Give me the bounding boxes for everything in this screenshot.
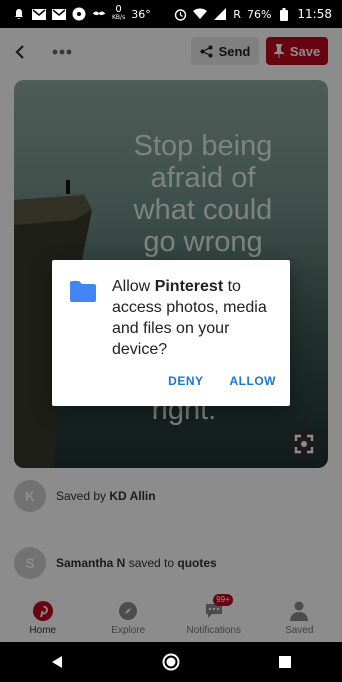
square-recents-icon bbox=[279, 656, 291, 668]
network-speed-unit: KB/s bbox=[112, 14, 126, 21]
clock: 11:58 bbox=[297, 7, 332, 21]
alarm-icon bbox=[173, 7, 187, 21]
battery-icon bbox=[277, 7, 291, 21]
mustache-icon bbox=[92, 7, 106, 21]
gmail-icon bbox=[32, 7, 46, 21]
wifi-icon bbox=[193, 7, 208, 21]
network-speed-value: 0 bbox=[115, 4, 122, 15]
temperature: 36° bbox=[131, 7, 151, 21]
system-home-button[interactable] bbox=[159, 650, 183, 674]
battery-percent: 76% bbox=[246, 7, 272, 21]
triangle-back-icon bbox=[52, 656, 62, 668]
pinwheel-icon bbox=[72, 7, 86, 21]
circle-home-icon bbox=[162, 653, 180, 671]
gmail-icon bbox=[52, 7, 66, 21]
screen: 0 KB/s 36° R 76% 11:58 Send Save Stop be… bbox=[0, 0, 342, 682]
network-speed: 0 KB/s bbox=[112, 4, 126, 22]
deny-button[interactable]: DENY bbox=[168, 374, 203, 388]
app-name: Pinterest bbox=[154, 278, 224, 295]
permission-message: Allow Pinterest to access photos, media … bbox=[112, 276, 282, 360]
permission-dialog: Allow Pinterest to access photos, media … bbox=[52, 260, 290, 406]
status-left: 0 KB/s 36° bbox=[0, 4, 151, 22]
signal-icon bbox=[213, 7, 227, 21]
folder-icon bbox=[70, 281, 96, 302]
allow-button[interactable]: ALLOW bbox=[230, 374, 277, 388]
system-nav-bar bbox=[0, 642, 342, 682]
dialog-actions: DENY ALLOW bbox=[168, 374, 276, 388]
system-recents-button[interactable] bbox=[273, 650, 297, 674]
status-bar: 0 KB/s 36° R 76% 11:58 bbox=[0, 0, 342, 28]
roaming-indicator: R bbox=[233, 7, 241, 21]
message-prefix: Allow bbox=[112, 278, 155, 295]
system-back-button[interactable] bbox=[45, 650, 69, 674]
bell-icon bbox=[12, 7, 26, 21]
status-right: R 76% 11:58 bbox=[173, 7, 342, 21]
